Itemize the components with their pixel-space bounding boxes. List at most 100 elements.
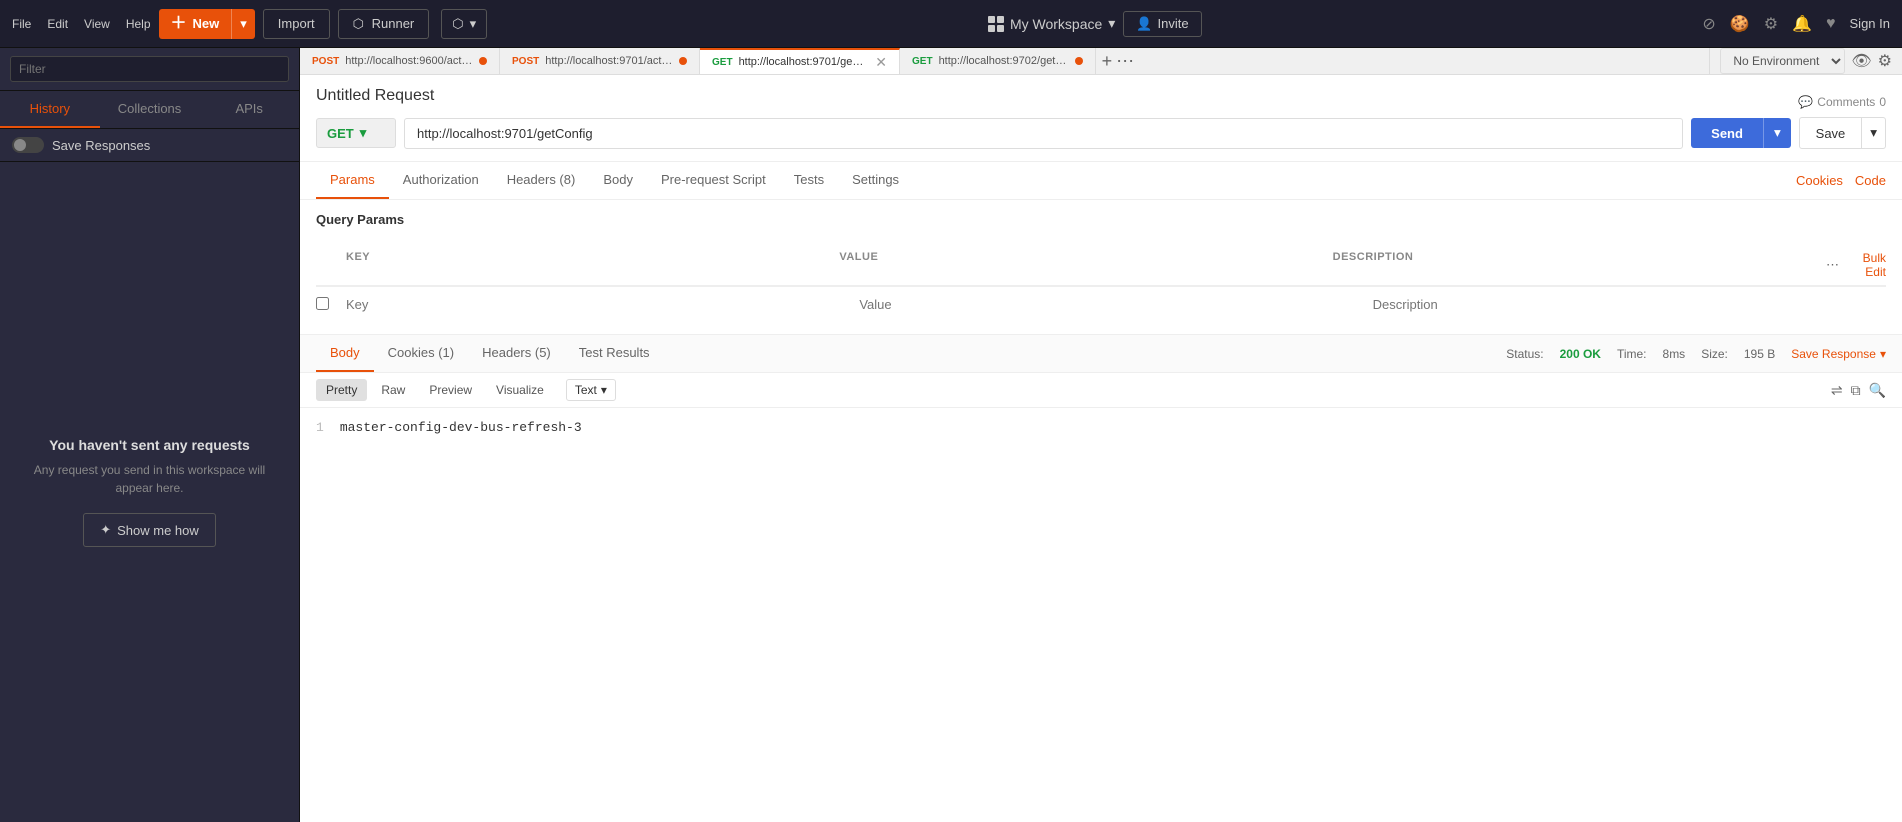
comments-button[interactable]: 💬 Comments 0 [1798,95,1886,109]
send-arrow-button[interactable]: ▾ [1763,118,1791,148]
sidebar-tab-collections[interactable]: Collections [100,91,200,128]
heart-icon[interactable]: ♥ [1826,15,1836,33]
search-response-button[interactable]: 🔍 [1869,382,1886,399]
req-tab-authorization[interactable]: Authorization [389,162,493,199]
url-bar: GET ▾ Send ▾ Save ▾ [316,117,1886,149]
description-input[interactable] [1373,293,1886,316]
time-label: Time: [1617,347,1647,361]
environment-bar: No Environment 👁 ⚙ [1709,48,1902,74]
edit-menu[interactable]: Edit [47,17,68,31]
save-response-chevron: ▾ [1880,347,1886,361]
params-table: KEY VALUE DESCRIPTION ⋯ Bulk Edit [316,245,1886,322]
resp-body-tab-preview[interactable]: Preview [419,379,482,401]
code-content-1: master-config-dev-bus-refresh-3 [340,420,582,435]
copy-button[interactable]: ⧉ [1851,382,1861,399]
req-tab-body[interactable]: Body [589,162,647,199]
main-layout: History Collections APIs Save Responses … [0,48,1902,822]
resp-tab-cookies[interactable]: Cookies (1) [374,335,468,372]
filter-input[interactable] [10,56,289,82]
new-button-arrow[interactable]: ▾ [231,9,255,39]
description-header: DESCRIPTION [1333,251,1826,279]
sidebar-tab-history[interactable]: History [0,91,100,128]
method-chevron: ▾ [360,125,367,141]
save-response-button[interactable]: Save Response ▾ [1791,347,1886,361]
key-input[interactable] [346,293,859,316]
value-input[interactable] [859,293,1372,316]
bulk-edit-button[interactable]: Bulk Edit [1847,251,1886,279]
req-tab-prerequest[interactable]: Pre-request Script [647,162,780,199]
url-input[interactable] [404,118,1683,149]
resp-tab-test-results[interactable]: Test Results [565,335,664,372]
req-tab-headers[interactable]: Headers (8) [493,162,590,199]
params-row-checkbox[interactable] [316,297,329,310]
tab-3[interactable]: GET http://localhost:9702/getConf... [900,48,1096,74]
import-button[interactable]: Import [263,9,330,39]
save-button[interactable]: Save [1799,117,1863,149]
wrap-text-button[interactable]: ⇌ [1831,382,1843,399]
query-params-title: Query Params [316,212,404,227]
code-link[interactable]: Code [1855,173,1886,188]
show-me-button[interactable]: ✦ Show me how [83,513,216,547]
magic-icon: ✦ [100,522,111,538]
cookie-icon[interactable]: 🍪 [1730,14,1750,34]
search-global-icon[interactable]: ⊘ [1702,14,1715,34]
resp-tab-body[interactable]: Body [316,335,374,372]
format-select[interactable]: Text ▾ [566,379,616,401]
runner-label: Runner [372,16,415,31]
new-button-main[interactable]: ＋ New [159,16,232,32]
sidebar-empty-state: You haven't sent any requests Any reques… [0,162,299,822]
send-button[interactable]: Send [1691,118,1763,148]
workspace-button[interactable]: My Workspace ▾ [988,15,1115,32]
content-area: POST http://localhost:9600/actuat... POS… [300,48,1902,822]
req-tab-tests[interactable]: Tests [780,162,838,199]
file-menu[interactable]: File [12,17,31,31]
comments-count: 0 [1879,95,1886,109]
code-line-1: 1 master-config-dev-bus-refresh-3 [316,420,1886,435]
toggle-knob [14,139,26,151]
more-tabs-button[interactable]: ⋯ [1116,51,1134,72]
tab-3-url: http://localhost:9702/getConf... [939,55,1069,67]
invite-button[interactable]: 👤 Invite [1123,11,1201,37]
request-tabs: Params Authorization Headers (8) Body Pr… [300,162,1902,200]
response-status: Status: 200 OK Time: 8ms Size: 195 B Sav… [1506,347,1886,361]
add-tab-button[interactable]: + [1102,51,1113,72]
tab-1[interactable]: POST http://localhost:9701/actuat... [500,48,700,74]
sidebar-tab-apis[interactable]: APIs [199,91,299,128]
resp-body-tab-raw[interactable]: Raw [371,379,415,401]
format-chevron: ▾ [601,383,607,397]
capture-button[interactable]: ⬡▾ [441,9,487,39]
response-tabs-bar: Body Cookies (1) Headers (5) Test Result… [300,335,1902,373]
new-button[interactable]: ＋ New ▾ [159,9,255,39]
workspace-label: My Workspace [1010,16,1102,32]
eye-icon[interactable]: 👁 [1851,51,1871,71]
save-arrow-button[interactable]: ▾ [1862,117,1886,149]
req-tab-settings[interactable]: Settings [838,162,913,199]
menu-items: File Edit View Help [12,17,151,31]
response-code-area: 1 master-config-dev-bus-refresh-3 [300,408,1902,822]
settings-icon[interactable]: ⚙ [1764,14,1778,34]
runner-button[interactable]: ⬡ Runner [338,9,430,39]
params-more-button[interactable]: ⋯ [1826,257,1839,273]
signin-button[interactable]: Sign In [1850,16,1890,31]
help-menu[interactable]: Help [126,17,151,31]
view-menu[interactable]: View [84,17,110,31]
invite-label: Invite [1158,16,1189,31]
gear-icon[interactable]: ⚙ [1878,51,1892,71]
tab-0[interactable]: POST http://localhost:9600/actuat... [300,48,500,74]
tab-2[interactable]: GET http://localhost:9701/getCo... ✕ [700,48,900,74]
sidebar-search-area [0,48,299,91]
value-header: VALUE [839,251,1332,279]
tabs-scroll: POST http://localhost:9600/actuat... POS… [300,48,1709,74]
resp-body-tab-visualize[interactable]: Visualize [486,379,554,401]
tab-2-close[interactable]: ✕ [875,54,887,71]
notifications-icon[interactable]: 🔔 [1792,14,1812,34]
resp-body-tab-pretty[interactable]: Pretty [316,379,367,401]
save-responses-label: Save Responses [52,138,150,153]
save-responses-toggle[interactable] [12,137,44,153]
environment-select[interactable]: No Environment [1720,48,1845,74]
time-value: 8ms [1663,347,1686,361]
method-select[interactable]: GET ▾ [316,118,396,148]
req-tab-params[interactable]: Params [316,162,389,199]
resp-tab-headers[interactable]: Headers (5) [468,335,565,372]
cookies-link[interactable]: Cookies [1796,173,1843,188]
